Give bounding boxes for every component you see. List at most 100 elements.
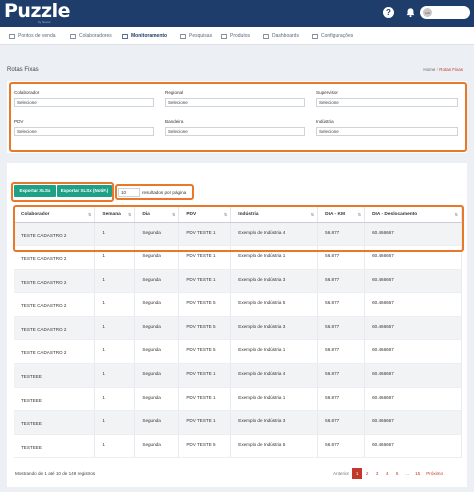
help-icon[interactable]: ? <box>383 7 394 18</box>
table-cell: Exemplo de Indústria 1 <box>230 339 319 365</box>
menu-item-6[interactable]: Configurações <box>311 32 353 40</box>
table-cell: PDV TESTE 1 <box>178 410 232 435</box>
table-cell: TESTEEE <box>14 410 96 435</box>
box-icon <box>220 33 228 39</box>
filter-label: Colaborador <box>14 90 40 95</box>
table-cell: 60.466667 <box>364 410 462 435</box>
menu-item-label: Produtos <box>230 33 251 39</box>
menu-item-2[interactable]: Monitoramento <box>121 32 168 40</box>
filter-select[interactable]: Selecione <box>316 98 458 107</box>
table-cell: Segunda <box>134 339 180 365</box>
table-cell: 60.466667 <box>364 434 462 459</box>
table-cell: Exemplo de Indústria 5 <box>230 434 319 459</box>
table-cell: 56.877 <box>317 339 366 365</box>
pager-item[interactable]: Anterior <box>330 468 353 479</box>
header-row-highlight <box>13 205 464 252</box>
menu-item-5[interactable]: Dashboards <box>262 32 299 40</box>
breadcrumb-separator: / <box>436 67 438 72</box>
table-cell: PDV TESTE 5 <box>178 292 232 317</box>
avatar: ua <box>423 8 432 17</box>
table-cell: 1 <box>94 316 136 341</box>
table-cell: 56.877 <box>317 410 366 435</box>
table-cell: TESTE CADASTRO 2 <box>14 316 96 341</box>
page-length-label: resultados por página <box>142 190 187 195</box>
pager-item[interactable]: 1 <box>352 468 363 479</box>
table-row[interactable]: TESTE CADASTRO 2 1 Segunda PDV TESTE 5 Exemp… <box>14 316 462 341</box>
table-cell: 1 <box>94 387 136 412</box>
table-cell: 1 <box>94 363 136 388</box>
pager-item[interactable]: Próximo <box>423 468 447 479</box>
filter-select[interactable]: Selecione <box>14 127 154 136</box>
pager-item[interactable]: 2 <box>362 468 373 479</box>
page-length-select[interactable]: 10 <box>118 188 140 197</box>
pager-item[interactable]: 3 <box>372 468 383 479</box>
menu-item-1[interactable]: Colaboradores <box>69 32 112 40</box>
bell-icon[interactable] <box>405 7 416 18</box>
user-menu[interactable]: ua <box>420 6 470 19</box>
pager-item[interactable]: 4 <box>382 468 393 479</box>
table-cell: TESTE CADASTRO 2 <box>14 269 96 294</box>
page-title: Rotas Fixas <box>7 67 39 73</box>
table-cell: 60.466667 <box>364 292 462 317</box>
table-cell: Segunda <box>134 363 180 388</box>
filter-select[interactable]: Selecione <box>165 98 305 107</box>
table-cell: Segunda <box>134 269 180 294</box>
filter-select[interactable]: Selecione <box>14 98 154 107</box>
table-cell: Exemplo de Indústria 5 <box>230 292 319 317</box>
top-bar: Puzzle by Nexus ? ua <box>0 0 474 27</box>
menu-item-3[interactable]: Pesquisas <box>179 32 213 40</box>
table-cell: TESTE CADASTRO 2 <box>14 339 96 365</box>
breadcrumb-home[interactable]: Home <box>423 67 435 72</box>
app-logo-sub: by Nexus <box>38 20 51 24</box>
table-cell: Exemplo de Indústria 1 <box>230 387 319 412</box>
clipboard-icon <box>121 33 129 39</box>
table-row[interactable]: TESTEEE 1 Segunda PDV TESTE 5 Exemplo de Ind… <box>14 434 462 459</box>
filter-label: Regional <box>165 90 184 95</box>
filter-label: Indústria <box>316 119 334 124</box>
pagination: Anterior 1 2 3 4 5... 15 Próximo <box>330 468 447 479</box>
export-xlsx-button[interactable]: Exportar XLSx <box>14 185 56 197</box>
table-cell: 56.877 <box>317 316 366 341</box>
menu-item-0[interactable]: Pontos de venda <box>8 32 56 40</box>
table-row[interactable]: TESTE CADASTRO 2 1 Segunda PDV TESTE 5 Exemp… <box>14 292 462 317</box>
table-cell: TESTE CADASTRO 2 <box>14 292 96 317</box>
filter-label: PDV <box>14 119 24 124</box>
table-cell: 56.877 <box>317 434 366 459</box>
table-row[interactable]: TESTEEE 1 Segunda PDV TESTE 1 Exemplo de Ind… <box>14 363 462 388</box>
pager-item[interactable]: ... <box>402 468 413 479</box>
menu-item-label: Pesquisas <box>189 33 213 39</box>
table-cell: PDV TESTE 1 <box>178 387 232 412</box>
table-cell: 1 <box>94 410 136 435</box>
pager-item[interactable]: 15 <box>412 468 424 479</box>
app-logo[interactable]: Puzzle <box>4 1 70 21</box>
table-cell: TESTEEE <box>14 387 96 412</box>
table-cell: Exemplo de Indústria 3 <box>230 410 319 435</box>
menu-item-label: Monitoramento <box>131 33 168 39</box>
table-cell: Segunda <box>134 387 180 412</box>
table-cell: 60.466667 <box>364 363 462 388</box>
table-cell: 60.466667 <box>364 387 462 412</box>
table-cell: 60.466667 <box>364 339 462 365</box>
table-row[interactable]: TESTE CADASTRO 2 1 Segunda PDV TESTE 1 Exemp… <box>14 269 462 294</box>
table-cell: PDV TESTE 5 <box>178 434 232 459</box>
pager-item[interactable]: 5 <box>392 468 403 479</box>
filters-highlight <box>9 82 467 152</box>
menu-item-4[interactable]: Produtos <box>220 32 251 40</box>
table-cell: 60.466667 <box>364 269 462 294</box>
shop-icon <box>8 33 16 39</box>
survey-icon <box>179 33 187 39</box>
table-cell: Segunda <box>134 292 180 317</box>
table-row[interactable]: TESTE CADASTRO 2 1 Segunda PDV TESTE 5 Exemp… <box>14 339 462 365</box>
table-cell: PDV TESTE 5 <box>178 316 232 341</box>
filter-select[interactable]: Selecione <box>316 127 458 136</box>
table-row[interactable]: TESTEEE 1 Segunda PDV TESTE 1 Exemplo de Ind… <box>14 387 462 412</box>
table-row[interactable]: TESTEEE 1 Segunda PDV TESTE 1 Exemplo de Ind… <box>14 410 462 435</box>
export-xlsx-notif-button[interactable]: Exportar XLSx (NotiF.) <box>57 185 112 197</box>
table-cell: 1 <box>94 434 136 459</box>
table-info: Mostrando de 1 até 10 de 149 registros <box>15 471 96 476</box>
table-cell: PDV TESTE 1 <box>178 363 232 388</box>
table-cell: TESTEEE <box>14 363 96 388</box>
table-cell: Segunda <box>134 434 180 459</box>
filter-select[interactable]: Selecione <box>165 127 305 136</box>
menu-item-label: Dashboards <box>272 33 299 39</box>
